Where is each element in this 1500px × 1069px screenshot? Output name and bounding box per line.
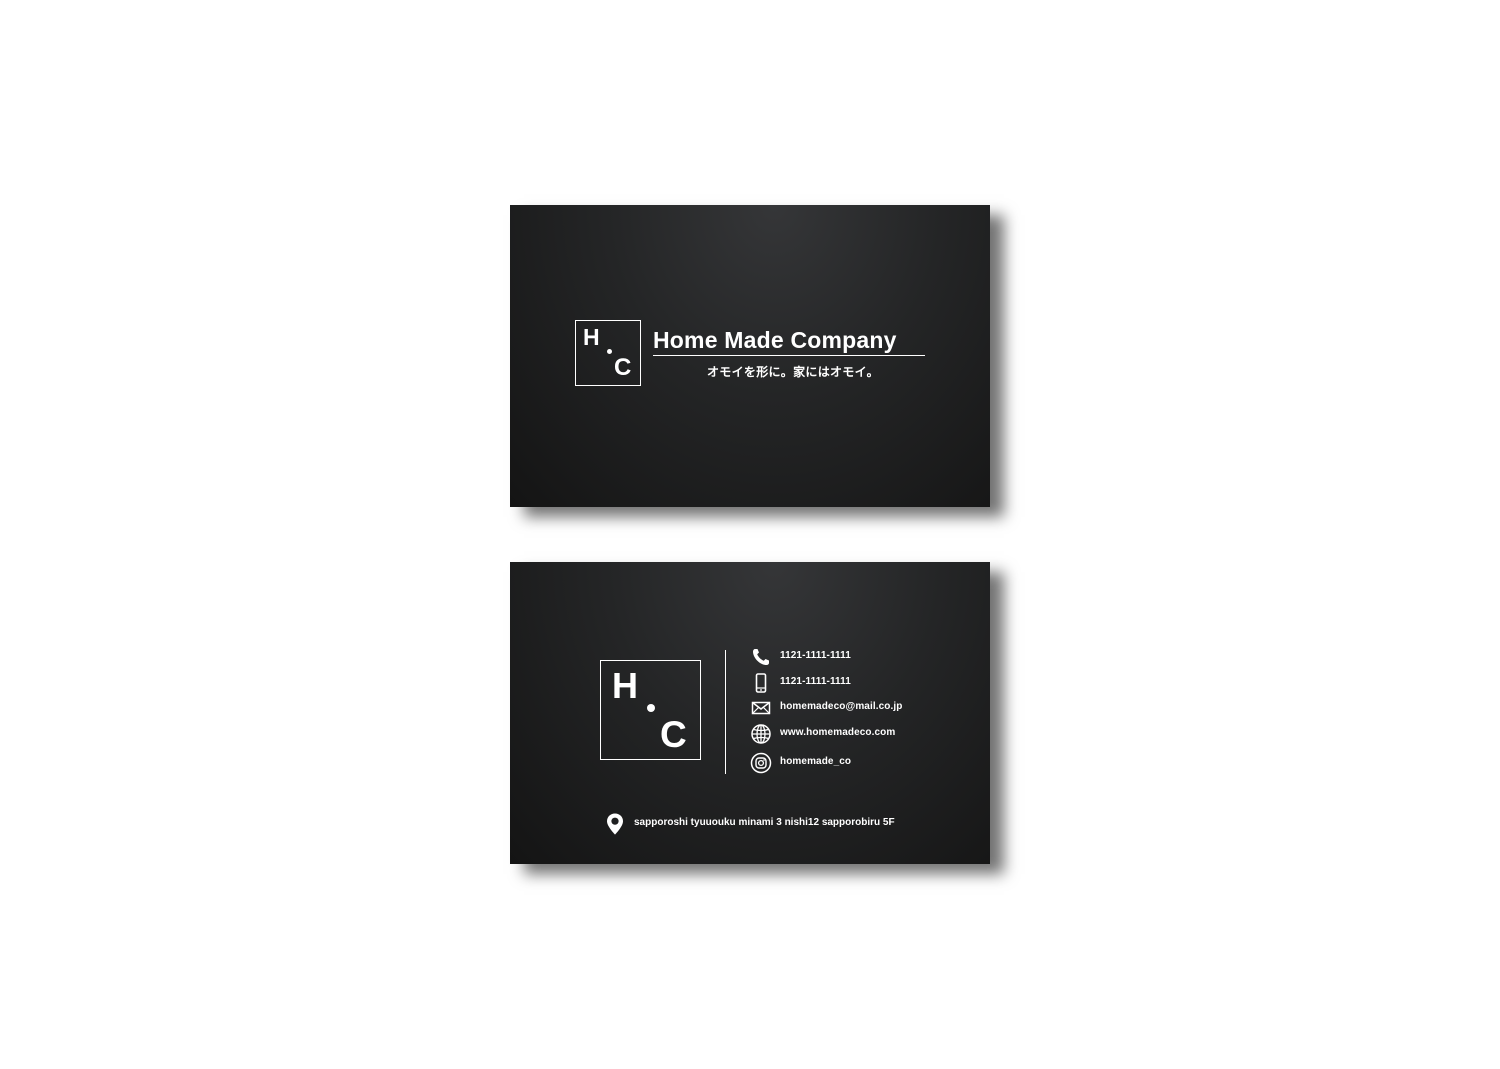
logo-letter-c: C	[614, 354, 632, 381]
mail-icon	[751, 701, 771, 715]
email-address: homemadeco@mail.co.jp	[780, 701, 903, 712]
company-logo: H C	[575, 320, 641, 386]
company-name-underline	[653, 355, 925, 357]
logo-letter-h: H	[612, 665, 638, 706]
vertical-divider	[725, 650, 727, 774]
location-pin-icon	[607, 813, 623, 835]
logo-letter-h: H	[583, 324, 600, 350]
mockup-canvas: H C Home Made Company オモイを形に。家にはオモイ。 H C…	[0, 0, 1500, 1069]
contact-instagram: homemade_co	[750, 752, 950, 774]
mobile-icon	[755, 673, 767, 693]
phone-number: 1121-1111-1111	[780, 650, 851, 661]
contact-mobile: 1121-1111-1111	[750, 672, 950, 694]
tagline: オモイを形に。家にはオモイ。	[707, 365, 879, 379]
address: sapporoshi tyuuouku minami 3 nishi12 sap…	[605, 812, 935, 835]
mobile-number: 1121-1111-1111	[780, 676, 851, 687]
website-url: www.homemadeco.com	[780, 727, 896, 738]
contact-website: www.homemadeco.com	[750, 723, 950, 745]
contact-phone: 1121-1111-1111	[750, 646, 950, 668]
instagram-handle: homemade_co	[780, 756, 852, 767]
logo-dot	[607, 349, 612, 354]
instagram-icon	[750, 752, 772, 774]
address-text: sapporoshi tyuuouku minami 3 nishi12 sap…	[634, 817, 895, 828]
globe-icon	[751, 724, 771, 744]
company-name: Home Made Company	[653, 327, 897, 353]
business-card-front: H C Home Made Company オモイを形に。家にはオモイ。	[510, 205, 990, 507]
phone-icon	[753, 649, 769, 665]
contact-email: homemadeco@mail.co.jp	[750, 697, 950, 719]
logo-dot	[647, 704, 655, 712]
company-logo: H C	[600, 660, 701, 760]
business-card-back: H C 1121-1111-1111 1121-1111-1111 homema…	[510, 562, 990, 864]
logo-letter-c: C	[660, 714, 687, 755]
